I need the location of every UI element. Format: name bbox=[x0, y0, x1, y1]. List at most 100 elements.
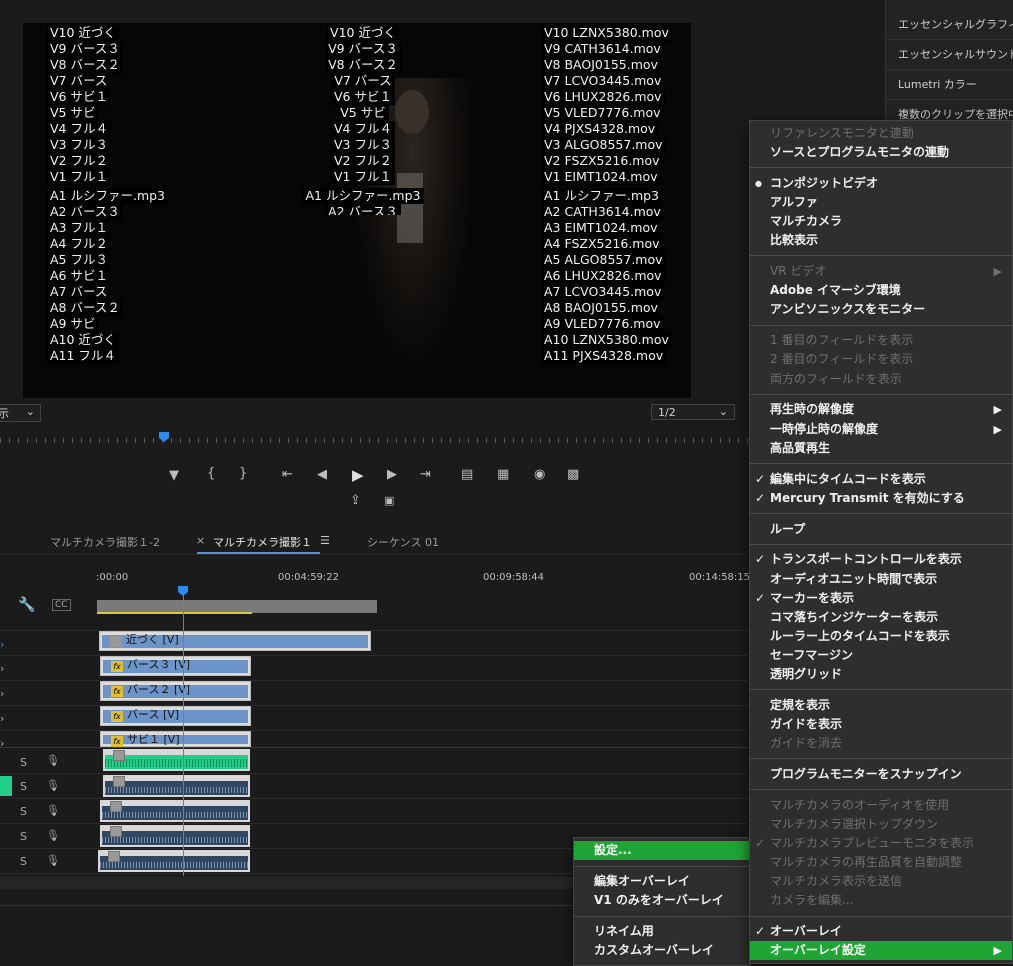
mark-out-icon[interactable]: } bbox=[239, 466, 247, 481]
clip-icon bbox=[110, 826, 122, 837]
menu-item-label: コンポジットビデオ bbox=[770, 176, 879, 190]
menu-item[interactable]: マーカーを表示 ✓ bbox=[750, 589, 1012, 608]
menu-item[interactable]: アンビソニックスをモニター bbox=[750, 300, 1012, 319]
monitor-time-ruler[interactable] bbox=[0, 432, 748, 446]
overlay-label: V1 フル１ bbox=[47, 169, 111, 185]
menu-item[interactable]: コンポジットビデオ ● bbox=[750, 174, 1012, 193]
wrench-icon[interactable]: 🔧 bbox=[18, 597, 35, 613]
audio-clip[interactable] bbox=[103, 749, 250, 771]
video-clip[interactable]: fx バース３ [V] bbox=[100, 656, 251, 676]
menu-item-label: プログラムモニターをスナップイン bbox=[770, 767, 962, 781]
overlay-label: V6 LHUX2826.mov bbox=[541, 89, 665, 105]
track-toggle-icon[interactable]: › bbox=[0, 712, 4, 725]
export-frame-icon[interactable]: ◉ bbox=[534, 467, 545, 482]
go-to-in-icon[interactable]: ⇤ bbox=[282, 467, 293, 482]
audio-track-target[interactable] bbox=[0, 776, 12, 796]
video-clip[interactable]: fx バース [V] bbox=[100, 706, 251, 726]
menu-item[interactable]: 再生時の解像度 ▶ bbox=[750, 400, 1012, 419]
step-forward-icon[interactable]: ▶ bbox=[387, 467, 397, 482]
menu-item[interactable]: セーフマージン bbox=[750, 646, 1012, 665]
panel-essential-graphics[interactable]: エッセンシャルグラフィ bbox=[886, 10, 1013, 40]
solo-button[interactable]: S bbox=[20, 830, 27, 843]
rename-overlay-item[interactable]: リネイム用 bbox=[574, 922, 750, 941]
menu-item[interactable]: ソースとプログラムモニタの連動 bbox=[750, 143, 1012, 162]
menu-item[interactable]: ループ bbox=[750, 520, 1012, 539]
multicam-toggle-icon[interactable]: ▣ bbox=[384, 494, 394, 507]
v1-overlay-item[interactable]: V1 のみをオーバーレイ bbox=[574, 891, 750, 910]
menu-item[interactable]: オーバーレイ設定 ▶ bbox=[750, 941, 1012, 961]
tab-menu-icon[interactable]: ☰ bbox=[320, 534, 330, 547]
track-toggle-icon[interactable]: › bbox=[0, 737, 4, 750]
solo-button[interactable]: S bbox=[20, 855, 27, 868]
menu-item[interactable]: トランスポートコントロールを表示 ✓ bbox=[750, 550, 1012, 569]
audio-clip[interactable] bbox=[103, 775, 250, 797]
resolution-select[interactable]: 1/2 ⌄ bbox=[651, 404, 735, 420]
panel-essential-sound[interactable]: エッセンシャルサウンド bbox=[886, 40, 1013, 70]
audio-clip[interactable] bbox=[100, 800, 250, 822]
video-clip[interactable]: 近づく [V] bbox=[99, 631, 371, 651]
tab-close-icon[interactable]: × bbox=[196, 534, 205, 547]
edit-overlay-item[interactable]: 編集オーバーレイ bbox=[574, 872, 750, 891]
microphone-icon[interactable]: 🎙 bbox=[46, 779, 60, 792]
panel-lumetri-color[interactable]: Lumetri カラー bbox=[886, 70, 1013, 100]
overlay-settings-item[interactable]: 設定... bbox=[574, 841, 750, 860]
extract-icon[interactable]: ▦ bbox=[497, 467, 509, 482]
fit-select[interactable]: 示 ⌄ bbox=[0, 404, 41, 422]
menu-item[interactable]: 定規を表示 bbox=[750, 696, 1012, 715]
overlay-label: V1 EIMT1024.mov bbox=[541, 169, 661, 185]
menu-item[interactable]: オーディオユニット時間で表示 bbox=[750, 570, 1012, 589]
menu-item[interactable]: 比較表示 bbox=[750, 231, 1012, 250]
captions-icon[interactable]: CC bbox=[52, 599, 71, 611]
custom-overlay-item[interactable]: カスタムオーバーレイ bbox=[574, 941, 750, 960]
tab-multicam-1-2[interactable]: マルチカメラ撮影１-2 bbox=[50, 534, 160, 550]
audio-clip[interactable] bbox=[100, 825, 250, 847]
mark-in-icon[interactable]: { bbox=[207, 466, 215, 481]
track-toggle-icon[interactable]: › bbox=[0, 662, 4, 675]
lift-icon[interactable]: ▤ bbox=[461, 467, 473, 482]
audio-clip[interactable] bbox=[98, 850, 250, 872]
menu-item[interactable]: アルファ bbox=[750, 193, 1012, 212]
overlay-label: A2 バース３ bbox=[47, 204, 123, 220]
export-icon[interactable]: ⇪ bbox=[350, 493, 361, 508]
step-back-icon[interactable]: ◀ bbox=[317, 467, 327, 482]
menu-item-label: トランスポートコントロールを表示 bbox=[770, 552, 962, 567]
menu-item[interactable]: 編集中にタイムコードを表示 ✓ bbox=[750, 470, 1012, 489]
menu-item[interactable]: ガイドを表示 bbox=[750, 715, 1012, 734]
tab-sequence-01[interactable]: シーケンス 01 bbox=[367, 534, 439, 550]
menu-item[interactable]: プログラムモニターをスナップイン bbox=[750, 765, 1012, 784]
menu-item-label: マルチカメラのオーディオを使用 bbox=[770, 797, 950, 812]
track-target-icon[interactable]: › bbox=[0, 638, 4, 651]
menu-item[interactable]: Adobe イマーシブ環境 bbox=[750, 281, 1012, 300]
menu-item-label: ガイドを消去 bbox=[770, 736, 843, 751]
menu-item[interactable]: マルチカメラ bbox=[750, 212, 1012, 231]
add-marker-icon[interactable]: ▼ bbox=[169, 468, 179, 483]
solo-button[interactable]: S bbox=[20, 805, 27, 818]
program-monitor-video[interactable]: V10 近づく V9 バース３ V8 バース２ V7 バース V6 サビ１ V5 サビ V4… bbox=[23, 23, 691, 398]
fit-label: 示 bbox=[0, 407, 9, 420]
go-to-out-icon[interactable]: ⇥ bbox=[420, 467, 431, 482]
menu-item[interactable]: 透明グリッド bbox=[750, 665, 1012, 684]
overlay-label: V7 LCVO3445.mov bbox=[541, 73, 665, 89]
video-clip[interactable]: fx サビ１ [V] bbox=[100, 731, 251, 747]
microphone-icon[interactable]: 🎙 bbox=[46, 854, 60, 867]
solo-button[interactable]: S bbox=[20, 756, 27, 769]
timeline-ruler[interactable]: :00:00 00:04:59:22 00:09:58:44 00:14:58:… bbox=[96, 572, 750, 598]
menu-item[interactable]: ルーラー上のタイムコードを表示 bbox=[750, 627, 1012, 646]
menu-item[interactable]: Mercury Transmit を有効にする ✓ bbox=[750, 489, 1012, 508]
play-icon[interactable]: ▶ bbox=[352, 466, 364, 484]
track-toggle-icon[interactable]: › bbox=[0, 687, 4, 700]
menu-item[interactable]: 高品質再生 bbox=[750, 439, 1012, 458]
microphone-icon[interactable]: 🎙 bbox=[46, 754, 60, 767]
menu-item[interactable]: 一時停止時の解像度 ▶ bbox=[750, 420, 1012, 439]
solo-button[interactable]: S bbox=[20, 780, 27, 793]
overlay-label: A1 ルシファー.mp3 bbox=[541, 188, 663, 204]
microphone-icon[interactable]: 🎙 bbox=[46, 804, 60, 817]
menu-item[interactable]: オーバーレイ ✓ bbox=[750, 922, 1012, 941]
video-clip[interactable]: fx バース２ [V] bbox=[100, 681, 251, 701]
menu-item[interactable]: コマ落ちインジケーターを表示 bbox=[750, 608, 1012, 627]
microphone-icon[interactable]: 🎙 bbox=[46, 829, 60, 842]
tab-multicam-1[interactable]: マルチカメラ撮影１ bbox=[197, 534, 320, 554]
timecode-1: 00:04:59:22 bbox=[278, 572, 340, 583]
overlay-label: V6 サビ１ bbox=[47, 89, 111, 105]
comparison-view-icon[interactable]: ▩ bbox=[567, 467, 579, 482]
